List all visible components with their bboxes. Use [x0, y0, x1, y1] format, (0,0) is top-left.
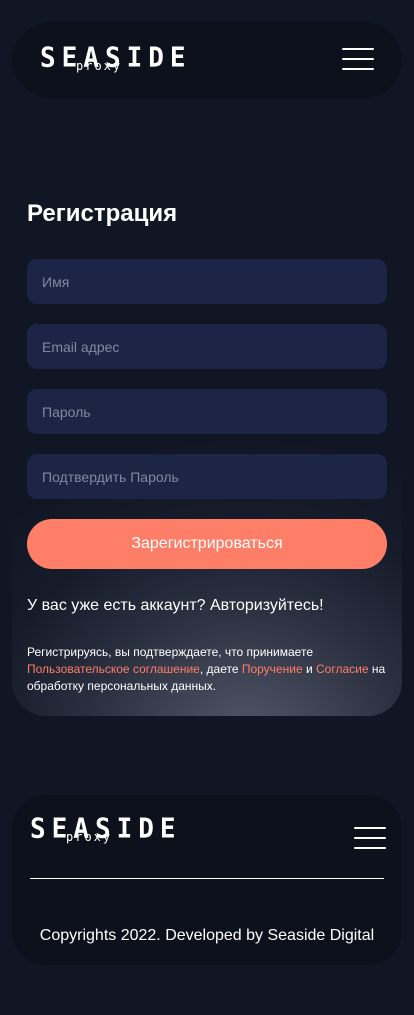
legal-prefix: Регистрируясь, вы подтверждаете, что при… [27, 645, 313, 659]
page-title: Регистрация [27, 200, 178, 227]
assignment-link[interactable]: Поручение [242, 662, 303, 676]
logo-subtext: proxy [76, 59, 123, 73]
footer-logo-subtext: proxy [66, 830, 113, 844]
footer-divider [30, 878, 384, 879]
login-prompt: У вас уже есть аккаунт? Авторизуйтесь! [27, 597, 324, 615]
password-field[interactable] [27, 389, 387, 434]
confirm-password-field[interactable] [27, 454, 387, 499]
logo[interactable]: SEASIDE proxy [40, 42, 186, 79]
footer-hamburger-menu-icon[interactable] [354, 825, 386, 851]
copyright-text: Copyrights 2022. Developed by Seaside Di… [39, 927, 375, 944]
page: SEASIDE proxy Регистрация Зарегистрирова… [0, 0, 414, 1015]
consent-link[interactable]: Согласие [316, 662, 369, 676]
user-agreement-link[interactable]: Пользовательское соглашение [27, 662, 200, 676]
hamburger-menu-icon[interactable] [342, 46, 374, 72]
email-field[interactable] [27, 324, 387, 369]
login-prompt-text: У вас уже есть аккаунт? [27, 597, 206, 614]
name-field[interactable] [27, 259, 387, 304]
footer-logo[interactable]: SEASIDE proxy [30, 813, 176, 850]
register-button[interactable]: Зарегистрироваться [27, 519, 387, 569]
legal-and: и [305, 662, 313, 676]
footer: SEASIDE proxy Copyrights 2022. Developed… [12, 795, 402, 965]
login-link[interactable]: Авторизуйтесь! [210, 597, 324, 614]
legal-middle: , даете [199, 662, 239, 676]
legal-notice: Регистрируясь, вы подтверждаете, что при… [27, 644, 389, 695]
header: SEASIDE proxy [12, 22, 402, 98]
